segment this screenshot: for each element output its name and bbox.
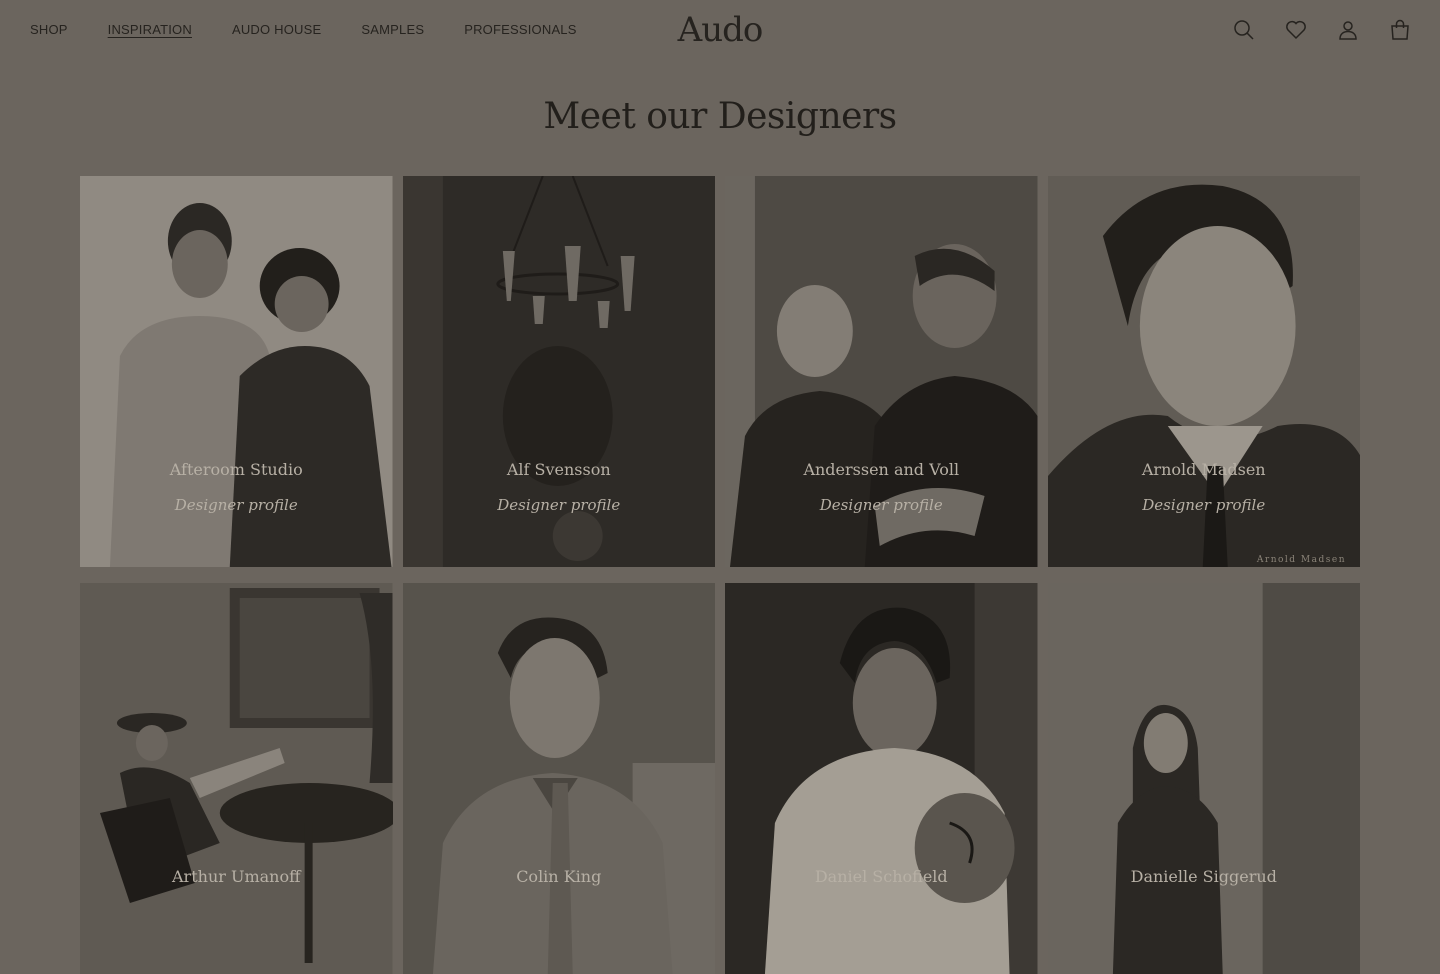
designer-profile-link[interactable]: Designer profile [725, 496, 1038, 514]
designer-name: Anderssen and Voll [803, 460, 960, 479]
heart-icon[interactable] [1284, 18, 1308, 42]
designer-photo [80, 583, 393, 974]
page-title: Meet our Designers [543, 96, 897, 137]
designer-name: Arthur Umanoff [172, 867, 301, 886]
search-icon[interactable] [1232, 18, 1256, 42]
photo-caption: Arnold Madsen [1256, 555, 1346, 565]
main-nav: SHOP INSPIRATION AUDO HOUSE SAMPLES PROF… [30, 22, 577, 37]
designer-profile-link[interactable]: Designer profile [1048, 496, 1361, 514]
site-header: SHOP INSPIRATION AUDO HOUSE SAMPLES PROF… [0, 0, 1440, 62]
designers-grid: Afteroom Studio Designer profile Alf Sve… [80, 176, 1360, 974]
designer-card[interactable]: Daniel Schofield [725, 583, 1038, 974]
header-icons [1232, 18, 1412, 42]
brand-logo[interactable]: Audo [660, 10, 780, 50]
nav-audo-house[interactable]: AUDO HOUSE [232, 22, 321, 37]
designer-card[interactable]: Afteroom Studio Designer profile [80, 176, 393, 567]
designer-name: Arnold Madsen [1141, 460, 1266, 479]
designer-photo [1047, 583, 1360, 974]
designer-card[interactable]: Anderssen and Voll Designer profile [725, 176, 1038, 567]
designer-card[interactable]: Alf Svensson Designer profile [402, 176, 716, 567]
designer-name: Alf Svensson [506, 460, 611, 479]
designer-photo [402, 583, 715, 974]
account-icon[interactable] [1336, 18, 1360, 42]
designer-card[interactable]: Arthur Umanoff [80, 583, 393, 974]
designer-card[interactable]: Colin King [402, 583, 715, 974]
designer-profile-link[interactable]: Designer profile [403, 496, 716, 514]
designer-name: Afteroom Studio [169, 460, 303, 479]
designer-name: Danielle Siggerud [1130, 867, 1277, 886]
nav-inspiration[interactable]: INSPIRATION [108, 22, 192, 37]
nav-samples[interactable]: SAMPLES [361, 22, 424, 37]
bag-icon[interactable] [1388, 18, 1412, 42]
designer-card[interactable]: Danielle Siggerud [1047, 583, 1360, 974]
designer-photo [725, 583, 1038, 974]
nav-professionals[interactable]: PROFESSIONALS [464, 22, 576, 37]
designer-profile-link[interactable]: Designer profile [80, 496, 393, 514]
designer-name: Daniel Schofield [814, 867, 948, 886]
designer-card[interactable]: Arnold Madsen Designer profile Arnold Ma… [1047, 176, 1361, 567]
designer-name: Colin King [516, 867, 602, 886]
nav-shop[interactable]: SHOP [30, 22, 68, 37]
